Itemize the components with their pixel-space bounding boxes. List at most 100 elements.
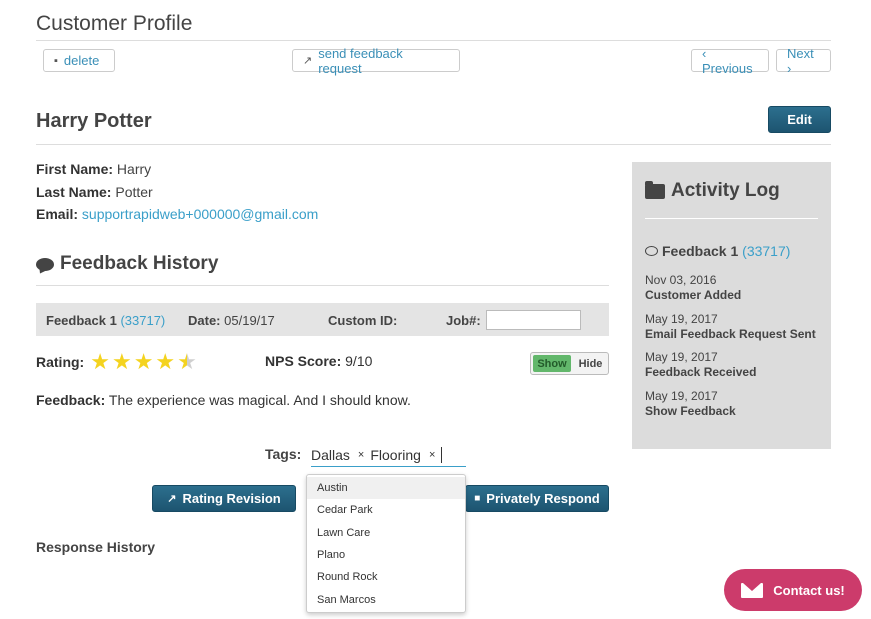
toggle-show[interactable]: Show: [533, 355, 571, 372]
activity-feedback-label: Feedback 1: [662, 243, 739, 259]
tag-option[interactable]: Lawn Care: [307, 522, 465, 544]
edit-label: Edit: [787, 112, 812, 127]
tag-option[interactable]: Austin: [307, 477, 465, 500]
next-label: Next ›: [787, 45, 814, 76]
name-divider: [36, 144, 831, 145]
tag-option[interactable]: Plano: [307, 544, 465, 566]
activity-date: May 19, 2017: [645, 312, 718, 326]
last-name-value: Potter: [115, 184, 153, 200]
send-feedback-request-button[interactable]: ↗ send feedback request: [292, 46, 460, 76]
show-hide-toggle[interactable]: Show Hide: [530, 352, 609, 375]
activity-log-heading: Activity Log: [645, 180, 780, 202]
tag-suggestions-dropdown: Austin Cedar Park Lawn Care Plano Round …: [306, 474, 466, 613]
activity-feedback-id-link[interactable]: (33717): [742, 243, 790, 259]
feedback-divider: [36, 285, 609, 286]
send-feedback-label: send feedback request: [318, 45, 403, 76]
tag-option[interactable]: Cedar Park: [307, 499, 465, 521]
previous-label: ‹ Previous: [702, 45, 753, 76]
first-name-label: First Name:: [36, 161, 114, 177]
star-icon: ★: [111, 349, 132, 374]
date-value: 05/19/17: [224, 313, 275, 328]
folder-open-icon: [645, 180, 665, 199]
tag-option[interactable]: Round Rock: [307, 566, 465, 588]
activity-event: Email Feedback Request Sent: [645, 327, 816, 341]
feedback-history-title: Feedback History: [60, 253, 219, 274]
tag-chip: Flooring ×: [370, 447, 435, 463]
envelope-icon: [741, 582, 764, 598]
job-number-input[interactable]: [486, 310, 581, 330]
feedback-text: The experience was magical. And I should…: [108, 392, 411, 408]
rating-label: Rating:: [36, 354, 85, 370]
activity-date: May 19, 2017: [645, 350, 718, 364]
contact-us-button[interactable]: Contact us!: [724, 569, 862, 611]
last-name-row: Last Name: Potter: [36, 184, 153, 200]
custom-id-label: Custom ID:: [328, 313, 398, 328]
activity-log-panel: Activity Log Feedback 1 (33717) Nov 03, …: [632, 162, 831, 449]
activity-entry: May 19, 2017 Email Feedback Request Sent: [645, 312, 816, 342]
comment-icon: [36, 257, 54, 271]
feedback-label: Feedback 1: [46, 313, 117, 328]
star-icon: ★: [155, 349, 176, 374]
previous-button[interactable]: ‹ Previous: [691, 46, 769, 76]
share-icon: ↗: [167, 493, 177, 505]
edit-button[interactable]: Edit: [768, 106, 831, 133]
feedback-text-label: Feedback:: [36, 392, 106, 408]
comment-outline-icon: [645, 246, 658, 256]
lock-icon: ■: [474, 493, 481, 504]
rating-row: Rating: ★ ★ ★ ★ ★: [36, 351, 199, 373]
page-title: Customer Profile: [36, 12, 193, 35]
feedback-text-row: Feedback: The experience was magical. An…: [36, 392, 411, 408]
tags-input[interactable]: Dallas × Flooring ×: [311, 443, 466, 467]
first-name-row: First Name: Harry: [36, 161, 151, 177]
half-star-icon: ★: [177, 349, 197, 374]
nps-value: 9/10: [345, 353, 373, 369]
customer-name: Harry Potter: [36, 110, 152, 132]
star-icon: ★: [90, 349, 110, 374]
activity-entry: Nov 03, 2016 Customer Added: [645, 273, 741, 303]
feedback-date: Date: 05/19/17: [188, 313, 275, 328]
rating-revision-button[interactable]: ↗ Rating Revision: [152, 485, 296, 512]
activity-event: Customer Added: [645, 288, 742, 302]
contact-label: Contact us!: [773, 582, 845, 598]
email-label: Email:: [36, 206, 79, 222]
star-icon: ★: [133, 349, 154, 374]
feedback-history-heading: Feedback History: [36, 253, 218, 275]
privately-respond-button[interactable]: ■ Privately Respond: [465, 485, 609, 512]
tag-chip: Dallas ×: [311, 447, 364, 463]
trash-icon: ▪: [54, 54, 58, 67]
remove-tag-icon[interactable]: ×: [358, 449, 364, 461]
rating-revision-label: Rating Revision: [182, 491, 281, 506]
tag-option[interactable]: San Marcos: [307, 588, 465, 610]
tag-label: Flooring: [370, 446, 421, 463]
tags-label: Tags:: [265, 446, 302, 462]
feedback-summary-bar: Feedback 1 (33717) Date: 05/19/17 Custom…: [36, 303, 609, 336]
activity-event: Show Feedback: [645, 404, 736, 418]
date-label: Date:: [188, 313, 221, 328]
activity-date: Nov 03, 2016: [645, 273, 717, 287]
tag-label: Dallas: [311, 446, 350, 463]
activity-log-title: Activity Log: [671, 180, 780, 201]
feedback-id-link[interactable]: (33717): [120, 313, 165, 328]
rating-stars: ★ ★ ★ ★ ★: [90, 351, 199, 373]
email-row: Email: supportrapidweb+000000@gmail.com: [36, 206, 318, 222]
header-divider: [36, 40, 831, 41]
nps-row: NPS Score: 9/10: [265, 353, 372, 369]
activity-entry: May 19, 2017 Feedback Received: [645, 350, 756, 380]
toggle-hide[interactable]: Hide: [573, 353, 608, 374]
remove-tag-icon[interactable]: ×: [429, 449, 435, 461]
privately-respond-label: Privately Respond: [486, 491, 600, 506]
next-button[interactable]: Next ›: [776, 46, 831, 76]
activity-feedback-heading: Feedback 1 (33717): [645, 243, 790, 259]
email-link[interactable]: supportrapidweb+000000@gmail.com: [82, 206, 318, 222]
feedback-title: Feedback 1 (33717): [46, 313, 165, 328]
activity-entry: May 19, 2017 Show Feedback: [645, 389, 736, 419]
last-name-label: Last Name:: [36, 184, 112, 200]
delete-label: delete: [63, 53, 100, 68]
job-label: Job#:: [446, 313, 481, 328]
first-name-value: Harry: [116, 161, 152, 177]
response-history-label: Response History: [36, 539, 156, 555]
share-icon: ↗: [303, 55, 313, 67]
activity-event: Feedback Received: [645, 365, 757, 379]
delete-button[interactable]: ▪ delete: [43, 49, 115, 72]
activity-divider: [645, 218, 818, 219]
